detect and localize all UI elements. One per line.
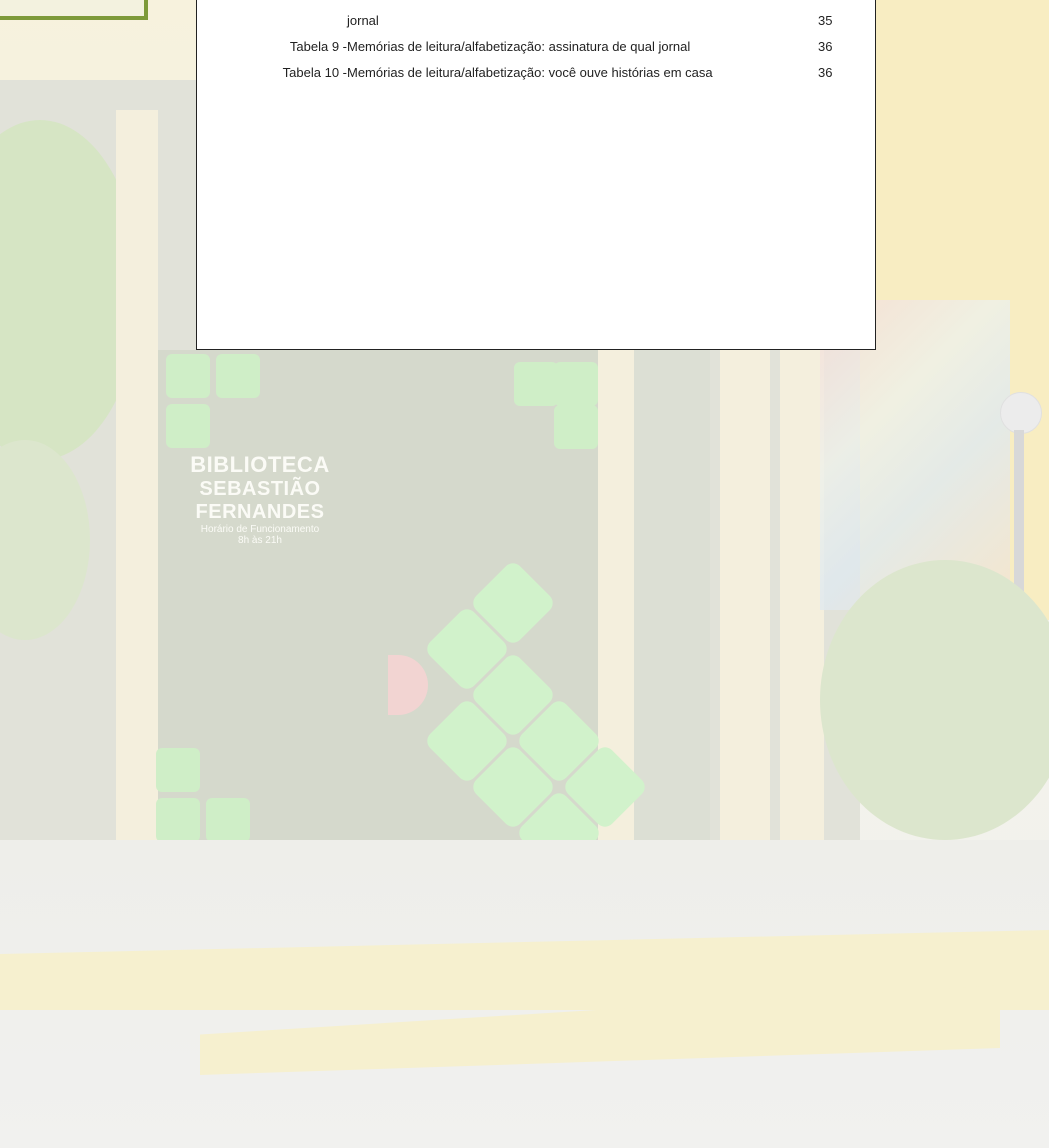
sign-line: 8h às 21h xyxy=(238,535,282,546)
list-item: Tabela 10 - Memórias de leitura/alfabeti… xyxy=(197,65,877,87)
green-frame-box xyxy=(0,0,148,20)
library-sign: BIBLIOTECA SEBASTIÃO FERNANDES Horário d… xyxy=(150,452,370,546)
table-number: Tabela 10 - xyxy=(282,65,347,80)
sign-line: SEBASTIÃO FERNANDES xyxy=(195,478,325,523)
green-tile xyxy=(554,405,598,449)
green-tile xyxy=(554,362,598,406)
sign-line: Horário de Funcionamento xyxy=(200,524,320,535)
lamp-post xyxy=(1014,430,1024,610)
green-tile xyxy=(166,354,210,398)
page-number: 35 xyxy=(818,13,833,28)
page-number: 36 xyxy=(818,39,833,54)
content-panel: jornal 35 Tabela 9 - Memórias de leitura… xyxy=(196,0,876,350)
lamp-globe xyxy=(1000,392,1042,434)
column xyxy=(720,350,770,910)
list-item: Tabela 9 - Memórias de leitura/alfabetiz… xyxy=(197,39,877,61)
table-title: jornal xyxy=(347,13,379,28)
green-tile xyxy=(156,748,200,792)
table-number: Tabela 9 - xyxy=(289,39,347,54)
page-number: 36 xyxy=(818,65,833,80)
sign-line: BIBLIOTECA xyxy=(190,452,330,477)
list-item: jornal 35 xyxy=(197,13,877,35)
green-tile xyxy=(156,798,200,842)
table-title: Memórias de leitura/alfabetização: assin… xyxy=(347,39,691,54)
green-tile xyxy=(216,354,260,398)
green-tile xyxy=(166,404,210,448)
table-title: Memórias de leitura/alfabetização: você … xyxy=(347,65,713,80)
green-tile xyxy=(514,362,558,406)
column xyxy=(780,350,824,890)
green-tile xyxy=(206,798,250,842)
